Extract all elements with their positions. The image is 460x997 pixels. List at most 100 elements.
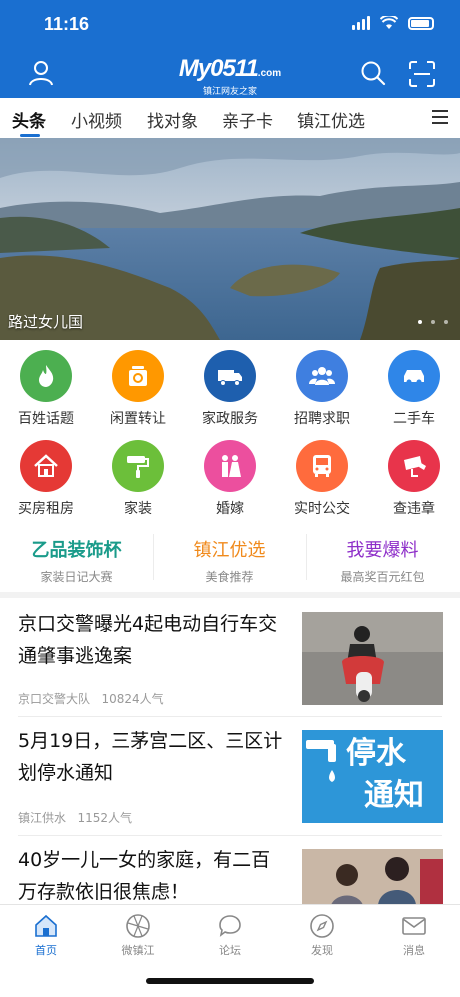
banner-caption: 路过女儿国 — [8, 313, 84, 331]
news-source: 镇江供水 — [18, 811, 67, 825]
user-icon[interactable] — [28, 60, 54, 86]
active-tab-indicator — [20, 134, 40, 137]
people-icon — [296, 350, 348, 402]
home-icon — [35, 914, 57, 937]
news-title: 5月19日，三茅宫二区、三区计划停水通知 — [18, 730, 283, 784]
tab-forum[interactable]: 论坛 — [190, 913, 270, 958]
signal-icon — [352, 16, 370, 30]
paint-roller-icon — [112, 440, 164, 492]
news-thumbnail — [302, 849, 443, 904]
promo-title: 镇江优选 — [193, 540, 266, 561]
news-item[interactable]: 40岁一儿一女的家庭，有二百万存款依旧很焦虑！ — [0, 836, 460, 904]
grid-item-violations[interactable]: 查违章 — [368, 440, 460, 518]
news-thumbnail: 停水 通知 — [302, 730, 443, 823]
promo-title: 我要爆料 — [346, 540, 419, 561]
grid-item-bus[interactable]: 实时公交 — [276, 440, 368, 518]
grid-item-label: 查违章 — [393, 501, 435, 517]
couple-icon — [204, 440, 256, 492]
promo-title: 乙品装饰杯 — [31, 540, 122, 561]
grid-item-label: 招聘求职 — [294, 411, 350, 427]
grid-item-label: 家政服务 — [202, 411, 258, 427]
service-grid: 百姓话题 闲置转让 家政服务 招聘求职 二手车 买房租房 家装 婚嫁 实时公交 … — [0, 340, 460, 526]
tab-dating[interactable]: 找对象 — [147, 107, 198, 132]
grid-item-wedding[interactable]: 婚嫁 — [184, 440, 276, 518]
tab-label: 发现 — [311, 944, 333, 957]
grid-item-housekeeping[interactable]: 家政服务 — [184, 350, 276, 428]
status-time: 11:16 — [44, 14, 90, 34]
news-title: 40岁一儿一女的家庭，有二百万存款依旧很焦虑！ — [18, 849, 271, 903]
scooter-photo — [302, 612, 443, 705]
family-photo — [302, 849, 443, 904]
battery-icon — [408, 16, 434, 30]
thumbnail-text-2: 通知 — [364, 778, 424, 813]
tab-parent-child-card[interactable]: 亲子卡 — [222, 107, 273, 132]
status-bar: 11:16 — [0, 0, 460, 52]
app-header: 11:16 My0511.com 镇江网友之家 — [0, 0, 460, 98]
promo-subtitle: 美食推荐 — [205, 570, 254, 584]
news-item[interactable]: 京口交警曝光4起电动自行车交通肇事逃逸案 京口交警大队 10824人气 — [0, 598, 460, 716]
grid-item-label: 家装 — [124, 501, 152, 517]
truck-icon — [204, 350, 256, 402]
grid-item-label: 百姓话题 — [18, 411, 74, 427]
tab-label: 首页 — [35, 944, 57, 957]
grid-item-housing[interactable]: 买房租房 — [0, 440, 92, 518]
tab-home[interactable]: 首页 — [6, 913, 86, 958]
news-meta: 京口交警大队 10824人气 — [18, 690, 164, 707]
logo-subtitle: 镇江网友之家 — [202, 87, 257, 97]
news-meta: 镇江供水 1152人气 — [18, 809, 132, 826]
grid-item-label: 婚嫁 — [216, 501, 244, 517]
news-item[interactable]: 5月19日，三茅宫二区、三区计划停水通知 镇江供水 1152人气 停水 通知 — [0, 717, 460, 835]
logo-main: My0511.com — [170, 56, 290, 87]
news-source: 京口交警大队 — [18, 692, 91, 706]
grid-item-jobs[interactable]: 招聘求职 — [276, 350, 368, 428]
promo-report-news[interactable]: 我要爆料 最高奖百元红包 — [306, 536, 459, 585]
tab-wei-zhenjiang[interactable]: 微镇江 — [98, 913, 178, 958]
grid-item-label: 买房租房 — [18, 501, 74, 517]
grid-item-label: 闲置转让 — [110, 411, 166, 427]
tab-messages[interactable]: 消息 — [374, 913, 454, 958]
carousel-dots — [418, 320, 448, 324]
flame-icon — [20, 350, 72, 402]
logo-suffix: .com — [257, 68, 282, 79]
house-icon — [20, 440, 72, 492]
grid-item-decoration[interactable]: 家装 — [92, 440, 184, 518]
grid-item-label: 二手车 — [393, 411, 435, 427]
home-indicator — [146, 978, 314, 984]
news-feed: 京口交警曝光4起电动自行车交通肇事逃逸案 京口交警大队 10824人气 5月19… — [0, 598, 460, 904]
tab-label: 消息 — [403, 944, 425, 957]
promo-zhenjiang-select[interactable]: 镇江优选 美食推荐 — [153, 536, 306, 585]
tab-headlines[interactable]: 头条 — [12, 107, 46, 132]
chat-bubble-icon — [219, 915, 241, 937]
promo-decoration-cup[interactable]: 乙品装饰杯 家装日记大赛 — [0, 536, 153, 585]
mail-icon — [402, 917, 426, 935]
search-icon[interactable] — [360, 60, 386, 86]
news-thumbnail — [302, 612, 443, 705]
status-icons — [352, 16, 434, 30]
promo-subtitle: 家装日记大赛 — [40, 570, 113, 584]
grid-item-used-cars[interactable]: 二手车 — [368, 350, 460, 428]
tab-discover[interactable]: 发现 — [282, 913, 362, 958]
compass-icon — [310, 914, 334, 938]
banner-lake-image — [0, 138, 460, 340]
aperture-icon — [126, 914, 150, 938]
grid-item-topics[interactable]: 百姓话题 — [0, 350, 92, 428]
news-views: 10824人气 — [101, 692, 164, 706]
car-icon — [388, 350, 440, 402]
scan-icon[interactable] — [408, 60, 436, 88]
camera-icon — [388, 440, 440, 492]
tab-short-video[interactable]: 小视频 — [71, 107, 122, 132]
wifi-icon — [380, 16, 398, 29]
recycle-icon — [112, 350, 164, 402]
promo-subtitle: 最高奖百元红包 — [340, 570, 425, 584]
promo-row: 乙品装饰杯 家装日记大赛 镇江优选 美食推荐 我要爆料 最高奖百元红包 — [0, 526, 460, 592]
logo-text: My0511 — [178, 55, 259, 82]
menu-icon[interactable] — [432, 110, 448, 124]
carousel-dot — [431, 320, 435, 324]
news-views: 1152人气 — [77, 811, 133, 825]
tab-zhenjiang-select[interactable]: 镇江优选 — [297, 107, 365, 132]
bus-icon — [296, 440, 348, 492]
tab-label: 微镇江 — [121, 944, 155, 957]
grid-item-secondhand[interactable]: 闲置转让 — [92, 350, 184, 428]
banner-carousel[interactable]: 路过女儿国 — [0, 138, 460, 340]
grid-item-label: 实时公交 — [294, 501, 350, 517]
